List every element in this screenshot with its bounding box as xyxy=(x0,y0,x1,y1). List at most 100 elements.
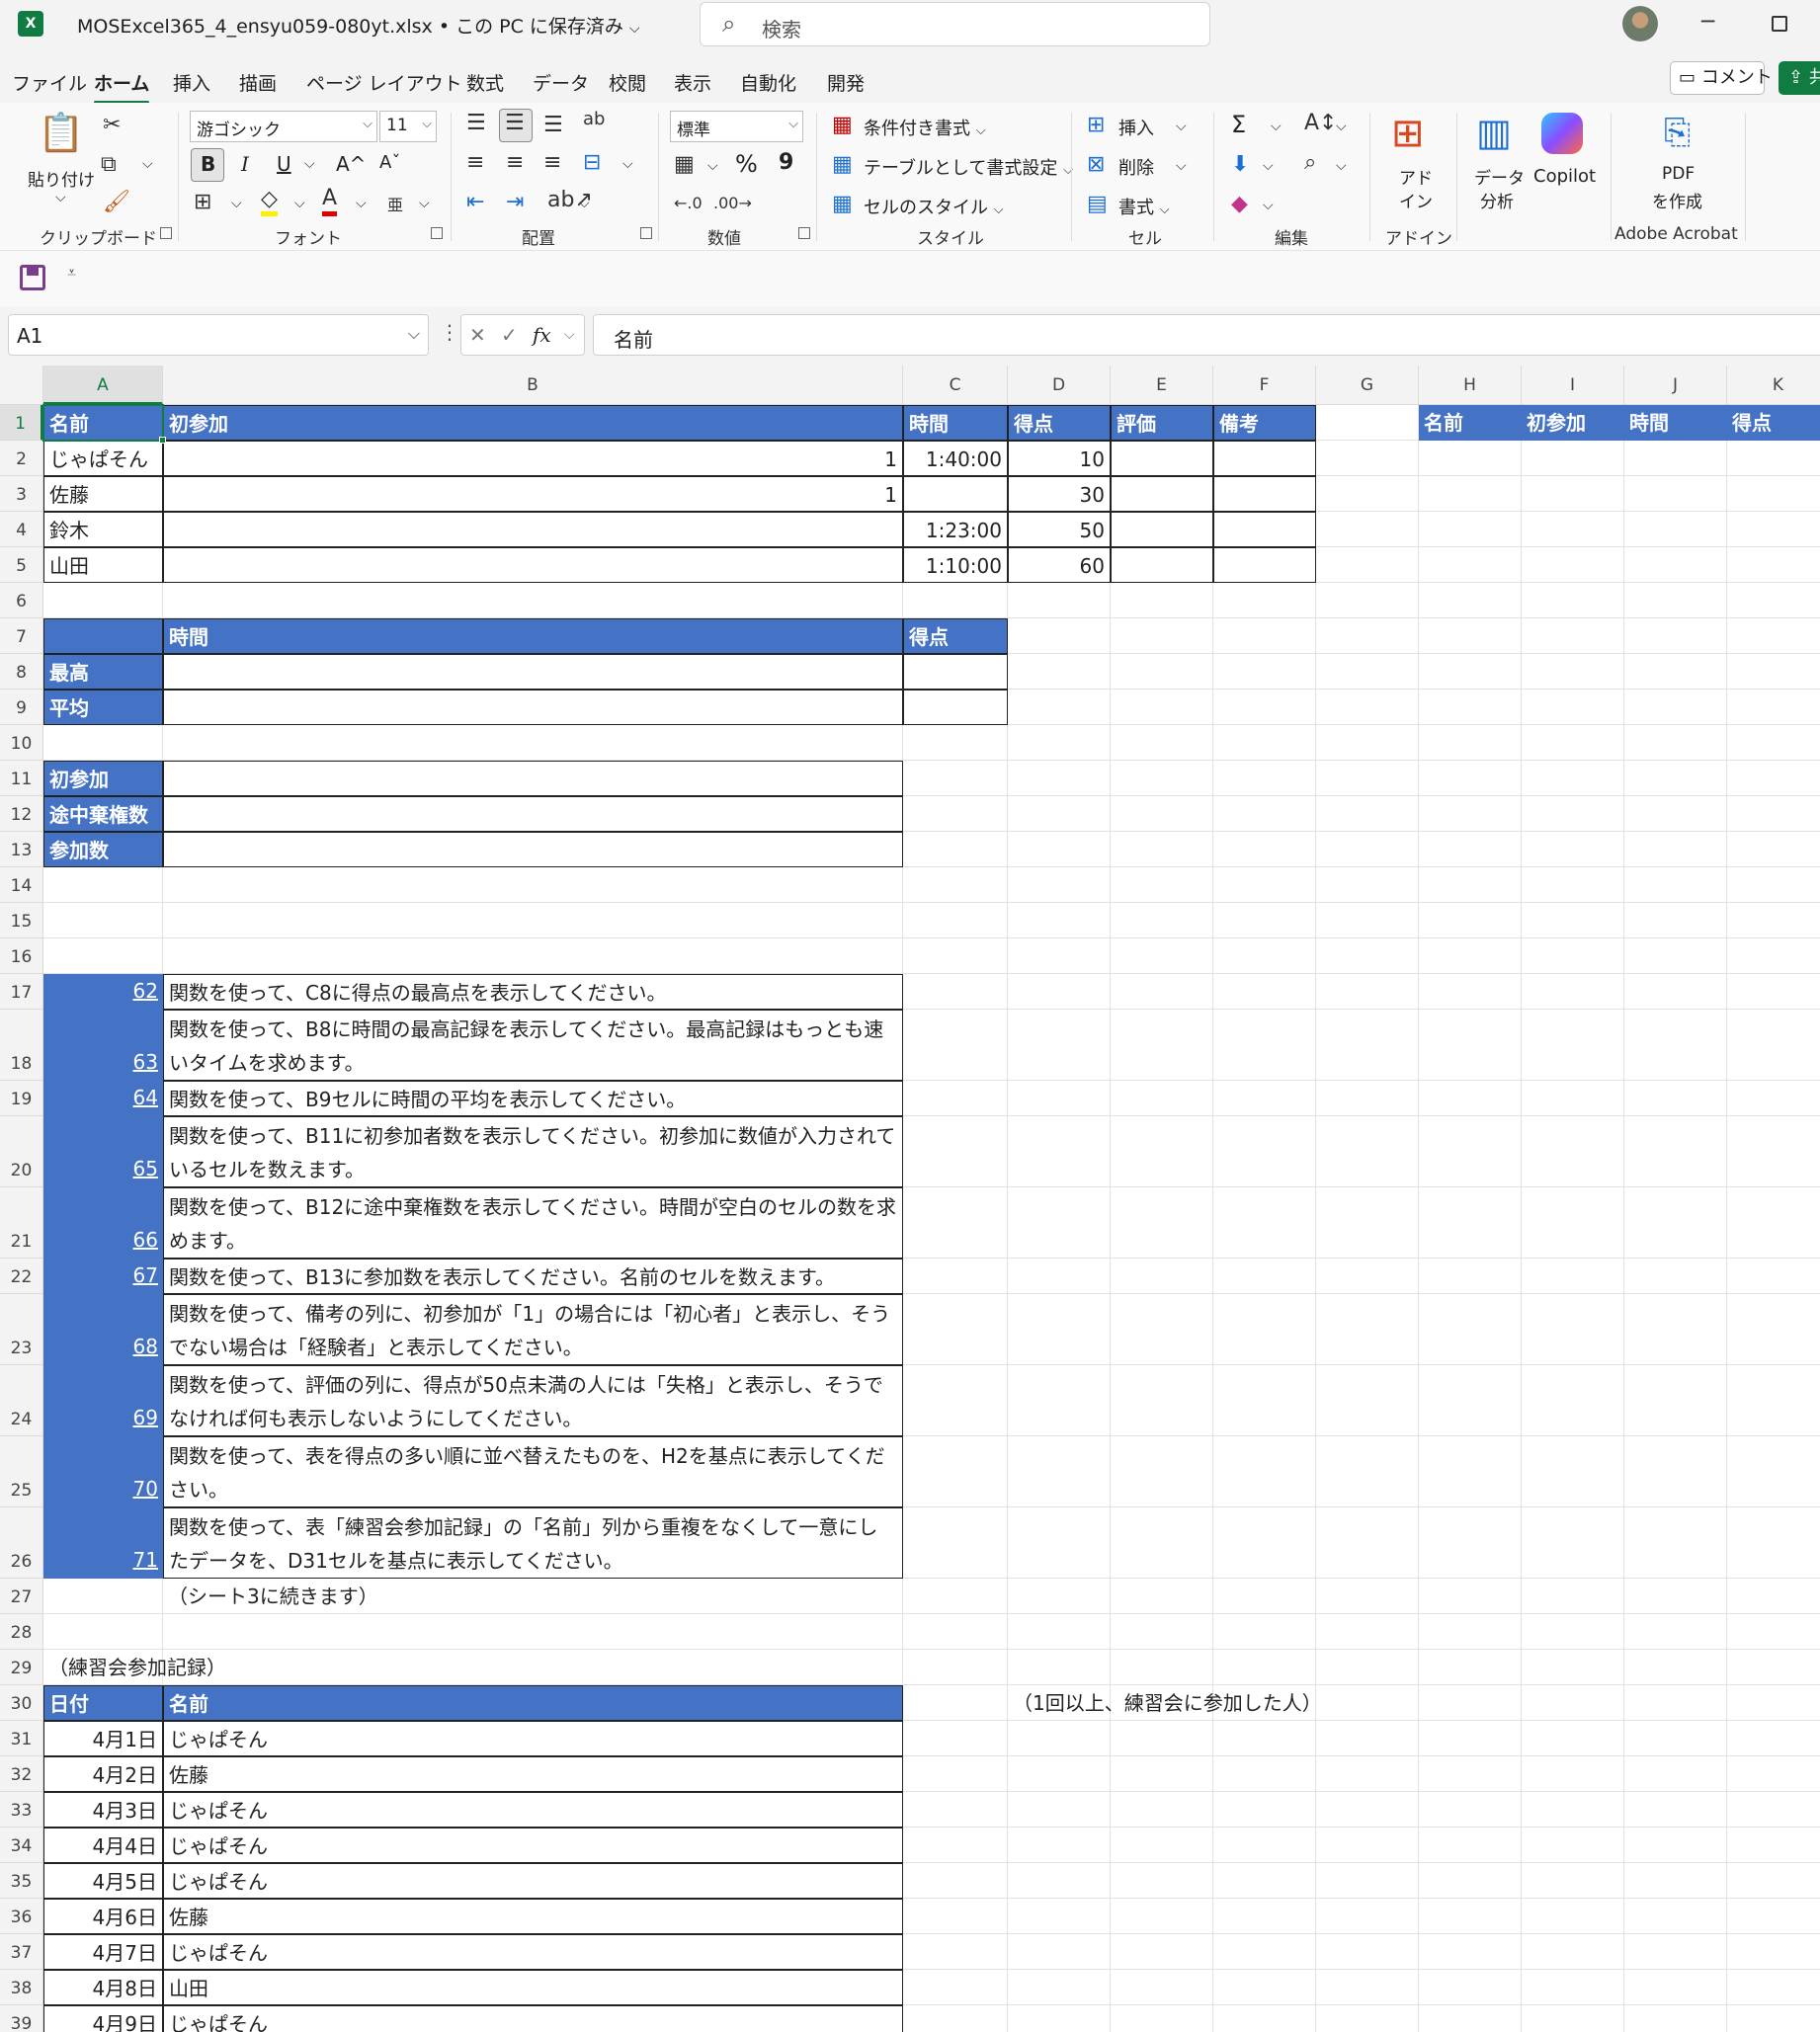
record-remarks[interactable] xyxy=(1213,476,1316,512)
task-text[interactable]: 関数を使って、表「練習会参加記録」の「名前」列から重複をなくして一意にしたデータ… xyxy=(163,1507,903,1579)
task-number-link[interactable]: 64 xyxy=(43,1081,163,1116)
minimize-button[interactable]: ─ xyxy=(1701,10,1714,35)
row-header-36[interactable]: 36 xyxy=(0,1899,43,1934)
addins-line1[interactable]: アド xyxy=(1399,164,1433,189)
row-header-25[interactable]: 25 xyxy=(0,1436,43,1507)
log-name[interactable]: じゃぱそん xyxy=(163,1792,903,1828)
record-time[interactable]: 1:40:00 xyxy=(903,441,1008,476)
tab-data[interactable]: データ xyxy=(533,69,589,96)
confirm-icon[interactable]: ✓ xyxy=(501,323,518,347)
row-header-16[interactable]: 16 xyxy=(0,938,43,974)
task-number-link[interactable]: 68 xyxy=(43,1294,163,1365)
log-header-name[interactable]: 名前 xyxy=(163,1685,903,1721)
share-button[interactable]: ⇪ 共 xyxy=(1779,61,1820,95)
log-date[interactable]: 4月2日 xyxy=(43,1756,163,1792)
cut-icon[interactable]: ✂ xyxy=(103,113,121,137)
sorted-header-cell[interactable]: 得点 xyxy=(1727,405,1820,441)
record-first[interactable]: 1 xyxy=(163,441,903,476)
row-header-14[interactable]: 14 xyxy=(0,867,43,903)
sorted-header-cell[interactable]: 初参加 xyxy=(1522,405,1624,441)
table-header-cell[interactable]: 名前 xyxy=(43,405,163,441)
increase-indent-icon[interactable]: ⇥ xyxy=(506,190,524,214)
log-name[interactable]: 山田 xyxy=(163,1970,903,2005)
stats-header-time[interactable]: 時間 xyxy=(163,618,903,654)
count-value[interactable] xyxy=(163,761,903,796)
font-size-select[interactable]: 11 ⌵ xyxy=(379,111,437,142)
font-color-icon[interactable]: A xyxy=(322,186,338,216)
row-header-20[interactable]: 20 xyxy=(0,1116,43,1187)
row-header-7[interactable]: 7 xyxy=(0,618,43,654)
cell-styles-button[interactable]: セルのスタイル ⌵ xyxy=(864,194,1004,219)
task-text[interactable]: 関数を使って、B9セルに時間の平均を表示してください。 xyxy=(163,1081,903,1116)
borders-icon[interactable]: ⊞ xyxy=(194,190,211,214)
row-header-34[interactable]: 34 xyxy=(0,1828,43,1863)
wrap-text-icon[interactable]: ab xyxy=(583,109,605,129)
conditional-format-button[interactable]: 条件付き書式 ⌵ xyxy=(864,115,986,140)
addins-line2[interactable]: イン xyxy=(1399,188,1433,212)
merge-center-icon[interactable]: ⊟ xyxy=(583,150,601,175)
align-top-icon[interactable]: ☰ xyxy=(466,111,486,135)
column-header-f[interactable]: F xyxy=(1213,366,1316,405)
underline-button[interactable]: U xyxy=(277,152,291,176)
record-remarks[interactable] xyxy=(1213,441,1316,476)
launcher-icon[interactable] xyxy=(431,227,443,239)
task-text[interactable]: 関数を使って、B12に途中棄権数を表示してください。時間が空白のセルの数を求めま… xyxy=(163,1187,903,1259)
stats-header-score[interactable]: 得点 xyxy=(903,618,1008,654)
tab-automate[interactable]: 自動化 xyxy=(740,69,796,96)
row-header-21[interactable]: 21 xyxy=(0,1187,43,1259)
continue-note[interactable]: （シート3に続きます） xyxy=(163,1579,903,1614)
pdf-create-line1[interactable]: PDF xyxy=(1662,164,1695,184)
table-header-cell[interactable]: 時間 xyxy=(903,405,1008,441)
task-number-link[interactable]: 69 xyxy=(43,1365,163,1436)
font-family-select[interactable]: 游ゴシック ⌵ xyxy=(190,111,377,142)
tab-page-layout[interactable]: ページ レイアウト xyxy=(306,69,462,96)
record-score[interactable]: 30 xyxy=(1008,476,1111,512)
chevron-down-icon[interactable]: ⌵ xyxy=(564,327,575,343)
tab-insert[interactable]: 挿入 xyxy=(173,69,210,96)
log-date[interactable]: 4月4日 xyxy=(43,1828,163,1863)
row-header-35[interactable]: 35 xyxy=(0,1863,43,1899)
format-as-table-button[interactable]: テーブルとして書式設定 ⌵ xyxy=(864,154,1073,180)
align-bottom-icon[interactable]: ☰ xyxy=(543,113,563,137)
chevron-down-icon[interactable]: ⌵ xyxy=(304,156,315,172)
task-number-link[interactable]: 70 xyxy=(43,1436,163,1507)
log-name[interactable]: じゃぱそん xyxy=(163,2005,903,2032)
row-header-39[interactable]: 39 xyxy=(0,2005,43,2032)
row-header-33[interactable]: 33 xyxy=(0,1792,43,1828)
log-name[interactable]: 佐藤 xyxy=(163,1756,903,1792)
find-select-icon[interactable]: ⌕ xyxy=(1304,150,1316,175)
tab-draw[interactable]: 描画 xyxy=(239,69,277,96)
task-number-link[interactable]: 65 xyxy=(43,1116,163,1187)
row-header-10[interactable]: 10 xyxy=(0,725,43,761)
customize-toolbar-icon[interactable]: ⩡ xyxy=(67,263,76,283)
task-number-link[interactable]: 62 xyxy=(43,974,163,1010)
task-number-link[interactable]: 67 xyxy=(43,1259,163,1294)
tab-developer[interactable]: 開発 xyxy=(827,69,865,96)
table-header-cell[interactable]: 評価 xyxy=(1111,405,1213,441)
tab-home[interactable]: ホーム xyxy=(94,69,150,104)
task-number-link[interactable]: 63 xyxy=(43,1010,163,1081)
clear-icon[interactable]: ◆ xyxy=(1231,192,1248,216)
row-header-11[interactable]: 11 xyxy=(0,761,43,796)
row-header-29[interactable]: 29 xyxy=(0,1650,43,1685)
row-header-19[interactable]: 19 xyxy=(0,1081,43,1116)
row-header-37[interactable]: 37 xyxy=(0,1934,43,1970)
task-text[interactable]: 関数を使って、表を得点の多い順に並べ替えたものを、H2を基点に表示してください。 xyxy=(163,1436,903,1507)
conditional-format-icon[interactable]: ▦ xyxy=(832,113,853,137)
align-center-icon[interactable]: ≡ xyxy=(506,150,524,175)
row-header-26[interactable]: 26 xyxy=(0,1507,43,1579)
chevron-down-icon[interactable]: ⌵ xyxy=(1336,119,1347,134)
column-header-b[interactable]: B xyxy=(163,366,903,405)
row-header-24[interactable]: 24 xyxy=(0,1365,43,1436)
align-right-icon[interactable]: ≡ xyxy=(543,150,561,175)
format-painter-icon[interactable]: 🖌 xyxy=(103,190,130,214)
chevron-down-icon[interactable]: ⌵ xyxy=(419,196,430,211)
log-date[interactable]: 4月7日 xyxy=(43,1934,163,1970)
row-header-38[interactable]: 38 xyxy=(0,1970,43,2005)
data-analysis-line1[interactable]: データ xyxy=(1474,164,1525,189)
pdf-create-icon[interactable]: ⎘ xyxy=(1664,113,1691,152)
launcher-icon[interactable] xyxy=(160,227,172,239)
name-box[interactable]: A1 ⌵ xyxy=(8,314,429,356)
fill-handle[interactable] xyxy=(159,437,166,444)
shrink-font-button[interactable]: Aˇ xyxy=(379,152,400,173)
